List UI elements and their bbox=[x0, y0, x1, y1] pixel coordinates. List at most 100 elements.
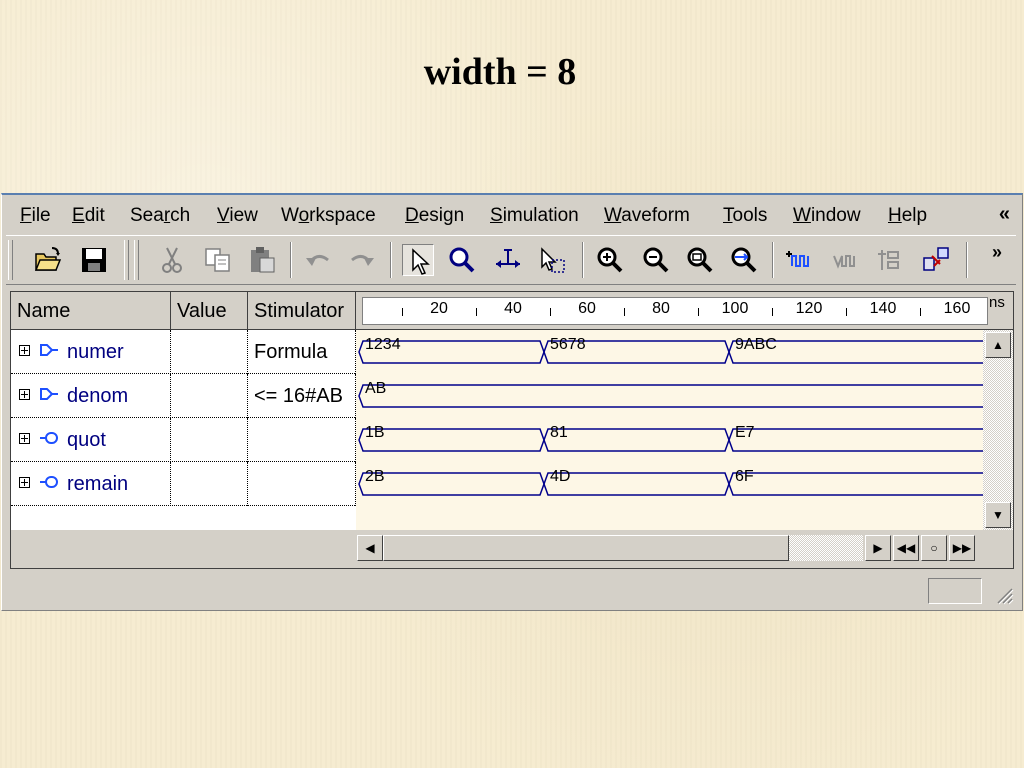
ruler-minor-tick bbox=[402, 308, 403, 316]
signal-name: quot bbox=[67, 429, 106, 451]
menu-item-mnemonic: H bbox=[888, 205, 902, 226]
menu-item-mnemonic: o bbox=[298, 205, 310, 226]
waveform-remain[interactable]: 2B 4D 6F bbox=[358, 468, 994, 496]
signal-row-denom[interactable]: denom <= 16#AB bbox=[11, 374, 356, 418]
menu-item[interactable]: Design bbox=[405, 205, 464, 227]
menu-item[interactable]: File bbox=[20, 205, 51, 227]
resize-grip-icon[interactable] bbox=[992, 583, 1014, 605]
add-signal-icon bbox=[786, 251, 809, 267]
time-unit-label: ns bbox=[989, 294, 1005, 311]
signal-stimulator-cell[interactable] bbox=[248, 418, 356, 462]
save-button[interactable] bbox=[78, 244, 110, 276]
menu-item[interactable]: Search bbox=[130, 205, 190, 227]
signal-row-remain[interactable]: remain bbox=[11, 462, 356, 506]
waveform-area[interactable]: 1234 5678 9ABC AB 1B 81 E7 2B 4D 6F bbox=[356, 330, 994, 530]
ruler-minor-tick bbox=[476, 308, 477, 316]
signal-value-cell bbox=[171, 462, 248, 506]
signal-value-cell bbox=[171, 374, 248, 418]
zoom-fit-button[interactable] bbox=[684, 244, 716, 276]
column-header-stimulator[interactable]: Stimulator bbox=[248, 292, 356, 330]
expand-icon[interactable] bbox=[19, 389, 30, 400]
signal-stimulator-cell[interactable]: Formula bbox=[248, 330, 356, 374]
copy-button[interactable] bbox=[202, 244, 234, 276]
waveform-quot[interactable]: 1B 81 E7 bbox=[358, 424, 994, 452]
open-button[interactable] bbox=[32, 244, 64, 276]
zoom-out-button[interactable] bbox=[640, 244, 672, 276]
zoom-full-button[interactable] bbox=[728, 244, 760, 276]
time-ruler[interactable]: 20 40 60 80 100 120 140 160 bbox=[362, 297, 988, 325]
signal-row-quot[interactable]: quot bbox=[11, 418, 356, 462]
scroll-down-icon[interactable]: ▼ bbox=[985, 502, 1011, 528]
hierarchy-button[interactable] bbox=[920, 244, 952, 276]
signal-stimulator-cell[interactable] bbox=[248, 462, 356, 506]
toolbar-grip[interactable] bbox=[8, 240, 13, 280]
menu-item-label-part: iew bbox=[229, 205, 258, 226]
paste-button[interactable] bbox=[246, 244, 278, 276]
toolbar-overflow-icon[interactable]: » bbox=[992, 242, 1002, 263]
zoom-in-button[interactable] bbox=[594, 244, 626, 276]
signal-name: numer bbox=[67, 341, 124, 363]
menu-item-mnemonic: D bbox=[405, 205, 419, 226]
expand-icon[interactable] bbox=[19, 477, 30, 488]
signal-name: remain bbox=[67, 473, 129, 495]
fast-forward-icon[interactable]: ▶▶ bbox=[949, 535, 975, 561]
toolbar-separator-4 bbox=[772, 242, 774, 278]
zoom-tool-icon bbox=[449, 247, 475, 273]
waveform-numer[interactable]: 1234 5678 9ABC bbox=[358, 336, 994, 364]
menu-chevron-icon[interactable]: « bbox=[999, 203, 1010, 226]
menu-item[interactable]: View bbox=[217, 205, 258, 227]
menu-item[interactable]: Workspace bbox=[281, 205, 376, 227]
paste-icon bbox=[251, 247, 275, 273]
bus-button[interactable] bbox=[874, 244, 906, 276]
scroll-up-icon[interactable]: ▲ bbox=[985, 332, 1011, 358]
bus-value-label: 9ABC bbox=[735, 336, 777, 353]
menu-item-label-part: Sea bbox=[130, 205, 164, 226]
measure-button[interactable] bbox=[492, 244, 524, 276]
menu-item-label-part: indow bbox=[810, 205, 861, 226]
toolbar-separator-2 bbox=[390, 242, 392, 278]
column-header-name[interactable]: Name bbox=[11, 292, 171, 330]
ruler-minor-tick bbox=[846, 308, 847, 316]
waveform-denom[interactable]: AB bbox=[358, 380, 994, 408]
signal-name-cell: quot bbox=[11, 418, 171, 462]
signal-row-numer[interactable]: numer Formula bbox=[11, 330, 356, 374]
redo-button[interactable] bbox=[346, 244, 378, 276]
add-signal-button[interactable] bbox=[784, 244, 816, 276]
menu-item-label-part: W bbox=[281, 205, 299, 226]
menu-item[interactable]: Waveform bbox=[604, 205, 690, 227]
simulator-window: File Edit Search View Workspace Design Simulat… bbox=[1, 193, 1023, 611]
remove-signal-button[interactable] bbox=[830, 244, 862, 276]
scroll-right-icon[interactable]: ▶ bbox=[865, 535, 891, 561]
undo-button[interactable] bbox=[302, 244, 334, 276]
zoom-tool-button[interactable] bbox=[446, 244, 478, 276]
center-cursor-icon[interactable]: ○ bbox=[921, 535, 947, 561]
scroll-left-icon[interactable]: ◀ bbox=[357, 535, 383, 561]
signal-stimulator-cell[interactable]: <= 16#AB bbox=[248, 374, 356, 418]
menu-item[interactable]: Tools bbox=[723, 205, 767, 227]
cut-button[interactable] bbox=[156, 244, 188, 276]
slide-title: width = 8 bbox=[423, 51, 577, 93]
menu-item[interactable]: Help bbox=[888, 205, 927, 227]
menu-item[interactable]: Simulation bbox=[490, 205, 579, 227]
select-pointer-button[interactable] bbox=[402, 244, 434, 276]
menu-item-label-part: elp bbox=[901, 205, 928, 226]
menu-item-mnemonic: F bbox=[20, 205, 32, 226]
menu-item-label-part: dit bbox=[84, 205, 105, 226]
vertical-scrollbar[interactable]: ▲ ▼ bbox=[983, 330, 1013, 530]
menu-bar: File Edit Search View Workspace Design Simulat… bbox=[2, 195, 1022, 231]
rewind-icon[interactable]: ◀◀ bbox=[893, 535, 919, 561]
bus-value-label: 1B bbox=[365, 424, 385, 441]
menu-item[interactable]: Window bbox=[793, 205, 861, 227]
output-port-icon bbox=[40, 432, 58, 444]
hierarchy-icon bbox=[923, 247, 949, 271]
toolbar-grip-3 bbox=[134, 240, 139, 280]
horizontal-scroll-track[interactable] bbox=[789, 535, 863, 561]
column-header-value[interactable]: Value bbox=[171, 292, 248, 330]
expand-icon[interactable] bbox=[19, 433, 30, 444]
horizontal-scroll-thumb[interactable] bbox=[383, 535, 789, 561]
expand-icon[interactable] bbox=[19, 345, 30, 356]
cursor-select-button[interactable] bbox=[536, 244, 568, 276]
menu-item[interactable]: Edit bbox=[72, 205, 105, 227]
horizontal-scrollbar[interactable]: ◀ ▶ ◀◀ ○ ▶▶ bbox=[357, 534, 983, 562]
ruler-tick-label: 40 bbox=[504, 300, 522, 317]
